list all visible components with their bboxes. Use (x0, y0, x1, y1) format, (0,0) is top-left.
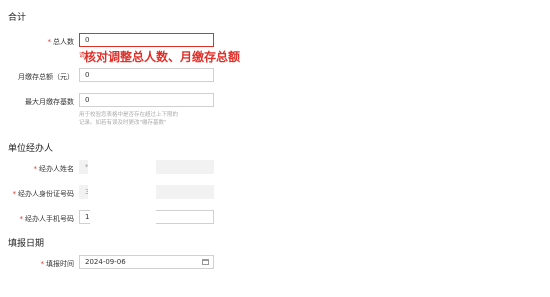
max-base-hint-line2: 记录。如若有误及时更改"缴存基数" (79, 120, 167, 126)
redaction-mask (88, 159, 156, 175)
redaction-mask (88, 184, 156, 200)
calendar-icon[interactable] (202, 259, 209, 265)
total-count-label: * 总人数 (4, 37, 75, 47)
agent-name-label: * 经办人姓名 (4, 164, 75, 174)
total-count-input[interactable]: 0 (79, 33, 214, 47)
section-title-date: 填报日期 (8, 239, 45, 249)
agent-phone-label: * 经办人手机号码 (4, 214, 75, 224)
annotation-text: 核对调整总人数、月缴存总额 (84, 50, 241, 64)
max-base-label: 最大月缴存基数 (25, 98, 74, 106)
agent-id-label-text: 经办人身份证号码 (18, 190, 74, 198)
required-mark: * (33, 165, 38, 173)
total-count-label-text: 总人数 (53, 38, 74, 46)
fill-time-label-text: 填报时间 (46, 260, 74, 268)
fill-time-value: 2024-09-06 (85, 258, 126, 266)
agent-id-label: * 经办人身份证号码 (4, 189, 75, 199)
monthly-total-input[interactable]: 0 (79, 68, 214, 82)
required-mark: * (47, 38, 52, 46)
agent-name-label-text: 经办人姓名 (39, 165, 74, 173)
fill-time-input[interactable]: 2024-09-06 (79, 255, 214, 269)
required-mark: * (19, 215, 24, 223)
required-mark: * (40, 260, 45, 268)
required-mark: * (12, 190, 17, 198)
section-title-agent: 单位经办人 (8, 144, 54, 154)
fill-time-label: * 填报时间 (4, 259, 75, 269)
max-base-input[interactable]: 0 (79, 93, 214, 107)
section-title-total: 合计 (8, 13, 27, 23)
redaction-mask (90, 209, 156, 225)
monthly-total-label: 月缴存总额（元） (18, 73, 74, 81)
max-base-hint-line1: 用于校验您表格中是否存在超过上下限的 (79, 112, 179, 118)
agent-phone-label-text: 经办人手机号码 (25, 215, 74, 223)
